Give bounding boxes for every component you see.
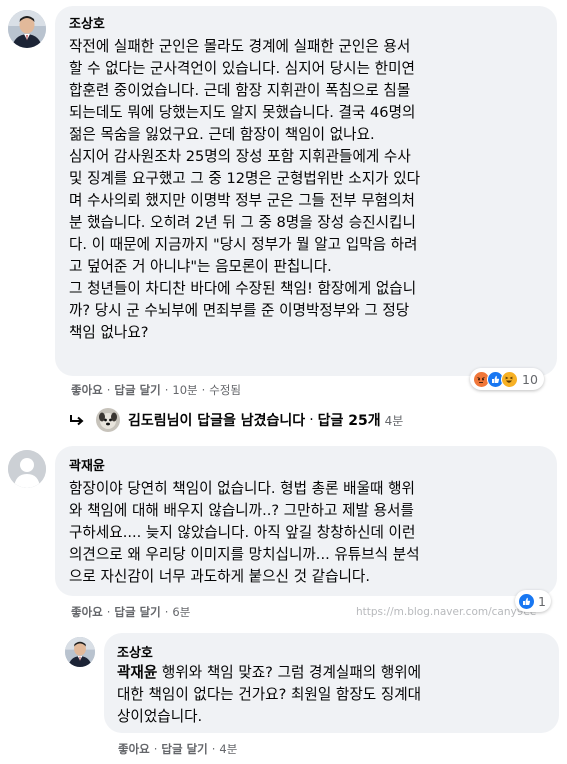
comment-line: 대한 책임이 없다는 건가요? 최원일 함장도 징계대: [117, 686, 422, 703]
reaction-summary[interactable]: 1: [515, 590, 551, 612]
comment-line: 되는데도 뭐에 당했는지도 알지 못했습니다. 결국 46명의: [69, 104, 416, 121]
reply-link[interactable]: 답글 달기: [161, 741, 207, 757]
comment-line: 와 책임에 대해 배우지 않습니까..? 그만하고 제발 용서를: [69, 502, 414, 519]
mention-kwak-jaeyun[interactable]: 곽재윤: [117, 664, 157, 681]
comment-line: 분 했습니다. 오히려 2년 뒤 그 중 8명을 장성 승진시킵니: [69, 214, 416, 231]
separator-dot: ·: [153, 742, 158, 756]
comment-line: 젊은 목숨을 잃었구요. 근데 함장이 책임이 없나요.: [69, 126, 375, 143]
separator-dot: ·: [164, 383, 169, 397]
reaction-count: 1: [538, 593, 546, 609]
comment-line: 의견으로 왜 우리당 이미지를 망치십니까... 유튜브식 분석: [69, 546, 420, 563]
comment-author[interactable]: 곽재윤: [69, 455, 105, 474]
comment-line: 할 수 없다는 군사격언이 있습니다. 심지어 당시는 한미연: [69, 60, 415, 77]
profile-photo-icon: [65, 637, 95, 667]
like-link[interactable]: 좋아요: [71, 604, 103, 620]
profile-photo-icon: [8, 10, 46, 48]
reply-link[interactable]: 답글 달기: [114, 604, 160, 620]
separator-dot: ·: [201, 383, 206, 397]
comment-actions: 좋아요 · 답글 달기 · 4분: [118, 741, 237, 757]
timestamp[interactable]: 6분: [172, 604, 190, 620]
comment-line: 며 수사의뢰 했지만 이명박 정부 군은 그들 전부 무혐의처: [69, 192, 415, 209]
comment-line: 및 징계를 요구했고 그 중 12명은 군형법위반 소지가 있다: [69, 170, 421, 187]
comment-line: 구하세요.... 늦지 않았습니다. 아직 앞길 창창하신데 이런: [69, 524, 416, 541]
comment-line: 고 덮어준 거 아니냐"는 음모론이 판칩니다.: [69, 258, 332, 275]
separator-dot: ·: [164, 605, 169, 619]
replies-count: 답글 25개: [317, 413, 381, 429]
separator-dot: ·: [211, 742, 216, 756]
comment-line: 함장이야 당연히 책임이 없습니다. 형법 총론 배울때 행위: [69, 480, 415, 497]
comment-line: 작전에 실패한 군인은 몰라도 경계에 실패한 군인은 용서: [69, 38, 411, 55]
watermark: https://m.blog.naver.com/cany9ee: [356, 606, 537, 618]
comment-line: 책임 없나요?: [69, 324, 149, 341]
comment-line: 까? 당시 군 수뇌부에 면죄부를 준 이명박정부와 그 정당: [69, 302, 410, 319]
haha-reaction-icon: [501, 370, 518, 388]
comment-line: 그 청년들이 차디찬 바다에 수장된 책임! 함장에게 없습니: [69, 280, 417, 297]
replier-avatar: [96, 408, 120, 432]
comment-line-rest: 행위와 책임 맞죠? 그럼 경계실패의 행위에: [157, 664, 422, 681]
like-link[interactable]: 좋아요: [118, 741, 150, 757]
comment-author[interactable]: 조상호: [117, 642, 153, 661]
reaction-count: 10: [522, 371, 538, 387]
replies-time: 4분: [384, 413, 404, 428]
timestamp[interactable]: 10분: [172, 382, 197, 398]
separator-dot: ·: [106, 605, 111, 619]
avatar-jo-sangho[interactable]: [8, 10, 46, 48]
comment-line: 상이었습니다.: [117, 708, 203, 725]
like-reaction-icon: [518, 592, 535, 610]
reply-link[interactable]: 답글 달기: [114, 382, 160, 398]
comment-line: 곽재윤 행위와 책임 맞죠? 그럼 경계실패의 행위에: [117, 662, 421, 684]
avatar-kwak-jaeyun[interactable]: [8, 450, 46, 488]
comment-text: 작전에 실패한 군인은 몰라도 경계에 실패한 군인은 용서 할 수 없다는 군…: [69, 36, 420, 344]
default-profile-icon: [8, 450, 46, 488]
edited-label: 수정됨: [209, 383, 242, 397]
reaction-summary[interactable]: 10: [470, 368, 544, 390]
view-replies-link[interactable]: 김도림님이 답글을 남겼습니다 · 답글 25개 4분: [68, 408, 403, 432]
comment-line: 심지어 감사원조차 25명의 장성 포함 지휘관들에게 수사: [69, 148, 411, 165]
comment-author[interactable]: 조상호: [69, 13, 105, 32]
separator-dot: ·: [106, 383, 111, 397]
comment-line: 다. 이 때문에 지금까지 "당시 정부가 뭘 알고 입막음 하려: [69, 236, 418, 253]
comment-text: 곽재윤 행위와 책임 맞죠? 그럼 경계실패의 행위에 대한 책임이 없다는 건…: [117, 662, 421, 728]
avatar-jo-sangho[interactable]: [65, 637, 95, 667]
comment-actions: 좋아요 · 답글 달기 · 6분: [71, 604, 190, 620]
separator-dot: ·: [309, 412, 314, 428]
comment-actions: 좋아요 · 답글 달기 · 10분 · 수정됨: [71, 382, 241, 398]
replies-summary: 김도림님이 답글을 남겼습니다: [128, 413, 306, 429]
timestamp[interactable]: 4분: [219, 741, 237, 757]
dog-photo-icon: [96, 408, 120, 432]
comment-line: 합훈련 중이었습니다. 근데 함장 지휘관이 폭침으로 침몰: [69, 82, 411, 99]
reply-arrow-icon: [70, 415, 84, 426]
comment-line: 으로 자신감이 너무 과도하게 붙으신 것 같습니다.: [69, 568, 370, 585]
like-link[interactable]: 좋아요: [71, 382, 103, 398]
comment-text: 함장이야 당연히 책임이 없습니다. 형법 총론 배울때 행위 와 책임에 대해…: [69, 478, 420, 588]
